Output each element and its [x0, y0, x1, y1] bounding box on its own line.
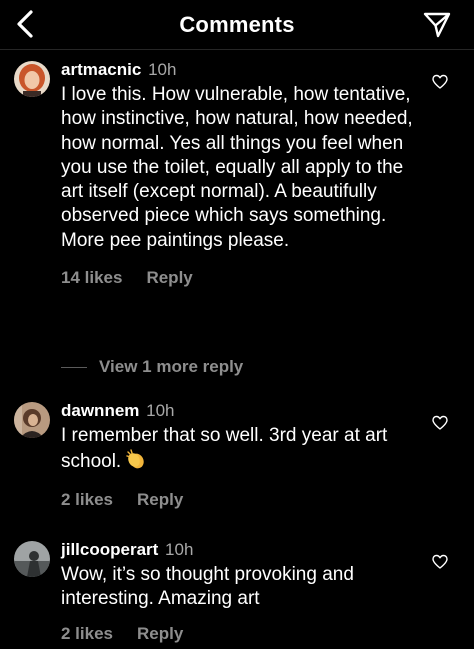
likes-count[interactable]: 14 likes — [61, 268, 122, 288]
heart-icon[interactable] — [432, 415, 448, 431]
avatar[interactable] — [14, 402, 50, 438]
back-button[interactable] — [12, 9, 38, 39]
comment-timestamp: 10h — [165, 540, 194, 559]
comments-header: Comments — [0, 0, 474, 50]
comment-text: Wow, it’s so thought provoking and inter… — [61, 564, 354, 610]
heart-icon[interactable] — [432, 554, 448, 570]
likes-count[interactable]: 2 likes — [61, 490, 113, 510]
page-title: Comments — [179, 11, 295, 37]
comment-username[interactable]: jillcooperart — [61, 540, 158, 559]
reply-button[interactable]: Reply — [137, 624, 183, 644]
likes-count[interactable]: 2 likes — [61, 624, 113, 644]
chevron-left-icon — [17, 10, 33, 38]
reply-divider — [61, 366, 87, 368]
comment-username[interactable]: dawnnem — [61, 401, 139, 420]
paper-plane-icon — [423, 12, 451, 38]
avatar[interactable] — [14, 61, 50, 97]
comment-text: I remember that so well. 3rd year at art… — [61, 424, 417, 478]
comment-text: I love this. How vulnerable, how tentati… — [61, 84, 413, 251]
avatar[interactable] — [14, 541, 50, 577]
view-more-replies-button[interactable]: View 1 more reply — [61, 357, 243, 377]
comment-username[interactable]: artmacnic — [61, 60, 141, 79]
share-button[interactable] — [422, 11, 452, 39]
reply-button[interactable]: Reply — [146, 268, 192, 288]
clapping-hands-icon — [125, 448, 147, 477]
heart-icon[interactable] — [432, 74, 448, 90]
comment-timestamp: 10h — [148, 60, 177, 79]
view-more-replies-label: View 1 more reply — [99, 357, 244, 376]
reply-button[interactable]: Reply — [137, 490, 183, 510]
comment-text-content: I remember that so well. 3rd year at art… — [61, 425, 388, 473]
comment-timestamp: 10h — [146, 401, 175, 420]
